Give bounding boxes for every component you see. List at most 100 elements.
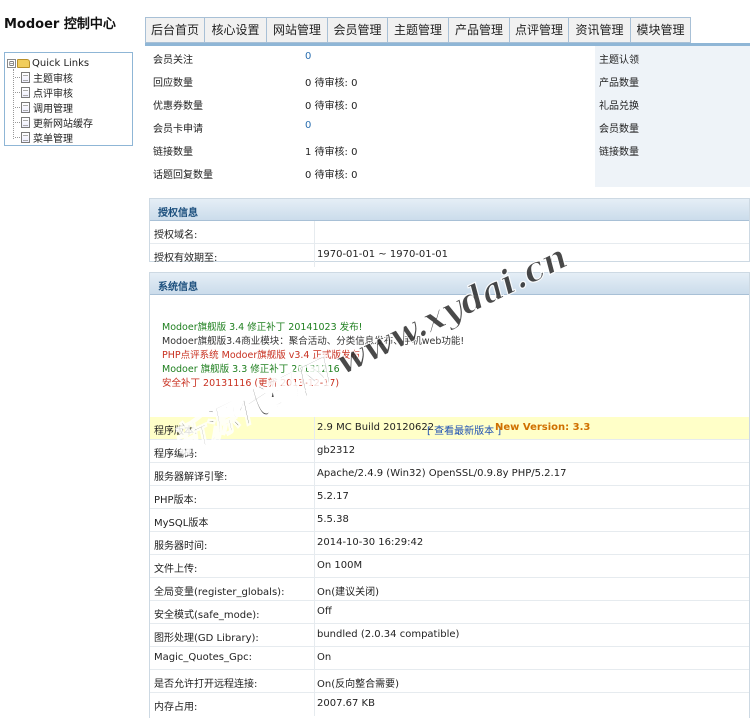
stat-label: 话题回复数量 <box>153 170 213 181</box>
news-link[interactable]: Modoer 旗舰版 3.3 修正补丁 20131216 <box>162 361 592 375</box>
info-value: On <box>317 652 332 663</box>
stat-value: 0 待审核: 0 <box>305 170 358 181</box>
tab-admin-home[interactable]: 后台首页 <box>145 17 205 43</box>
tree-item-refresh-cache[interactable]: 更新网站缓存 <box>15 115 93 130</box>
info-label: MySQL版本 <box>154 518 209 529</box>
info-label: 服务器解译引擎: <box>154 472 228 483</box>
main-nav-tabs: 后台首页 核心设置 网站管理 会员管理 主题管理 产品管理 点评管理 资讯管理 … <box>145 17 691 43</box>
news-link[interactable]: Modoer旗舰版 3.4 修正补丁 20141023 发布! <box>162 319 592 333</box>
stat-label: 回应数量 <box>153 78 193 89</box>
page-icon <box>21 132 30 143</box>
tab-review-management[interactable]: 点评管理 <box>510 17 569 43</box>
tab-topic-management[interactable]: 主题管理 <box>388 17 449 43</box>
panel-title: 系统信息 <box>158 282 198 293</box>
tree-item-label: 主题审核 <box>33 74 73 85</box>
tree-item-label: 调用管理 <box>33 104 73 115</box>
page-icon <box>21 72 30 83</box>
tab-site-management[interactable]: 网站管理 <box>267 17 328 43</box>
tab-core-settings[interactable]: 核心设置 <box>205 17 267 43</box>
stats-row: 回应数量 0 待审核: 0 产品数量 <box>149 69 750 92</box>
info-row: MySQL版本 5.5.38 <box>150 509 749 532</box>
info-value: On 100M <box>317 560 363 571</box>
info-row: 全局变量(register_globals): On(建议关闭) <box>150 578 749 601</box>
stat-value: 0 <box>305 51 312 62</box>
tree-root-label: Quick Links <box>32 57 90 69</box>
info-label: 授权域名: <box>154 230 198 241</box>
check-latest-version-link[interactable]: [ 查看最新版本 ] <box>427 422 501 437</box>
news-list: Modoer旗舰版 3.4 修正补丁 20141023 发布! Modoer旗舰… <box>162 319 592 389</box>
stat-right-label: 链接数量 <box>599 147 639 158</box>
info-row: 是否允许打开远程连接: On(反向整合需要) <box>150 670 749 693</box>
info-row: 服务器解译引擎: Apache/2.4.9 (Win32) OpenSSL/0.9… <box>150 463 749 486</box>
news-link[interactable]: 安全补丁 20131116 (更新 2013-12-17) <box>162 375 592 389</box>
info-row: 服务器时间: 2014-10-30 16:29:42 <box>150 532 749 555</box>
tab-news-management[interactable]: 资讯管理 <box>569 17 631 43</box>
info-row: 安全模式(safe_mode): Off <box>150 601 749 624</box>
tree-item-label: 菜单管理 <box>33 134 73 145</box>
system-info-table: 程序版本: 2.9 MC Build 20120622 [ 查看最新版本 ] N… <box>150 417 749 716</box>
info-value: On(建议关闭) <box>317 587 380 598</box>
info-label: Magic_Quotes_Gpc: <box>154 652 252 663</box>
tree-item-label: 更新网站缓存 <box>33 119 93 130</box>
stats-panel: 会员关注 0 主题认领 回应数量 0 待审核: 0 产品数量 优惠券数量 0 待审核: 0… <box>149 46 750 187</box>
info-label: 全局变量(register_globals): <box>154 587 285 598</box>
stats-row: 优惠券数量 0 待审核: 0 礼品兑换 <box>149 92 750 115</box>
info-label: PHP版本: <box>154 495 197 506</box>
info-value: Apache/2.4.9 (Win32) OpenSSL/0.9.8y PHP/… <box>317 468 567 479</box>
tree-item-call-management[interactable]: 调用管理 <box>15 100 93 115</box>
info-row: 内存占用: 2007.67 KB <box>150 693 749 716</box>
stats-row: 话题回复数量 0 待审核: 0 <box>149 161 750 184</box>
news-link[interactable]: Modoer旗舰版3.4商业模块：聚合活动、分类信息发布、手机web功能! <box>162 333 592 347</box>
info-label: 程序版本: <box>154 426 198 437</box>
info-row: 授权域名: <box>150 221 749 244</box>
info-value: bundled (2.0.34 compatible) <box>317 629 460 640</box>
stat-value: 0 <box>305 120 312 131</box>
tree-item-label: 点评审核 <box>33 89 73 100</box>
page-icon <box>21 102 30 113</box>
info-label: 服务器时间: <box>154 541 208 552</box>
tree-item-review-audit[interactable]: 点评审核 <box>15 85 93 100</box>
info-value: 1970-01-01 ~ 1970-01-01 <box>317 249 448 260</box>
license-info-panel: 授权信息 授权域名: 授权有效期至: 1970-01-01 ~ 1970-01-0… <box>149 198 750 267</box>
panel-header: 系统信息 <box>150 273 749 295</box>
new-version-label: New Version: 3.3 <box>495 422 591 433</box>
folder-open-icon <box>17 58 30 68</box>
page-icon <box>21 117 30 128</box>
info-row: 图形处理(GD Library): bundled (2.0.34 compati… <box>150 624 749 647</box>
info-label: 授权有效期至: <box>154 253 218 264</box>
info-row: Magic_Quotes_Gpc: On <box>150 647 749 670</box>
collapse-toggle-icon[interactable]: ⊟ <box>7 58 16 68</box>
stats-row: 会员关注 0 主题认领 <box>149 46 750 69</box>
info-value: 2007.67 KB <box>317 698 375 709</box>
tree-root-quick-links[interactable]: ⊟ Quick Links <box>7 56 89 70</box>
stat-value: 0 待审核: 0 <box>305 78 358 89</box>
info-label: 是否允许打开远程连接: <box>154 679 258 690</box>
stat-right-label: 礼品兑换 <box>599 101 639 112</box>
info-row: 授权有效期至: 1970-01-01 ~ 1970-01-01 <box>150 244 749 267</box>
stat-label: 会员关注 <box>153 55 193 66</box>
quick-links-panel: ⊟ Quick Links 主题审核 点评审核 调用管理 更新网站缓存 菜单管理 <box>4 52 133 146</box>
info-value: On(反向整合需要) <box>317 679 400 690</box>
tab-product-management[interactable]: 产品管理 <box>449 17 510 43</box>
stat-right-label: 主题认领 <box>599 55 639 66</box>
page-icon <box>21 87 30 98</box>
info-label: 内存占用: <box>154 702 198 713</box>
stat-label: 优惠券数量 <box>153 101 203 112</box>
panel-title: 授权信息 <box>158 208 198 219</box>
info-value: 5.2.17 <box>317 491 349 502</box>
tree-item-menu-management[interactable]: 菜单管理 <box>15 130 93 145</box>
tree-item-topic-review[interactable]: 主题审核 <box>15 70 93 85</box>
info-value: Off <box>317 606 332 617</box>
info-row: 程序编码: gb2312 <box>150 440 749 463</box>
version-value: 2.9 MC Build 20120622 <box>317 422 435 433</box>
stat-value: 0 待审核: 0 <box>305 101 358 112</box>
stat-right-label: 会员数量 <box>599 124 639 135</box>
app-title: Modoer 控制中心 <box>4 17 116 32</box>
panel-header: 授权信息 <box>150 199 749 221</box>
stat-value: 1 待审核: 0 <box>305 147 358 158</box>
system-info-panel: 系统信息 Modoer旗舰版 3.4 修正补丁 20141023 发布! Mod… <box>149 272 750 718</box>
news-link[interactable]: PHP点评系统 Modoer旗舰版 v3.4 正式版发布 <box>162 347 592 361</box>
tab-member-management[interactable]: 会员管理 <box>328 17 388 43</box>
tab-module-management[interactable]: 模块管理 <box>631 17 691 43</box>
info-value: 2014-10-30 16:29:42 <box>317 537 424 548</box>
